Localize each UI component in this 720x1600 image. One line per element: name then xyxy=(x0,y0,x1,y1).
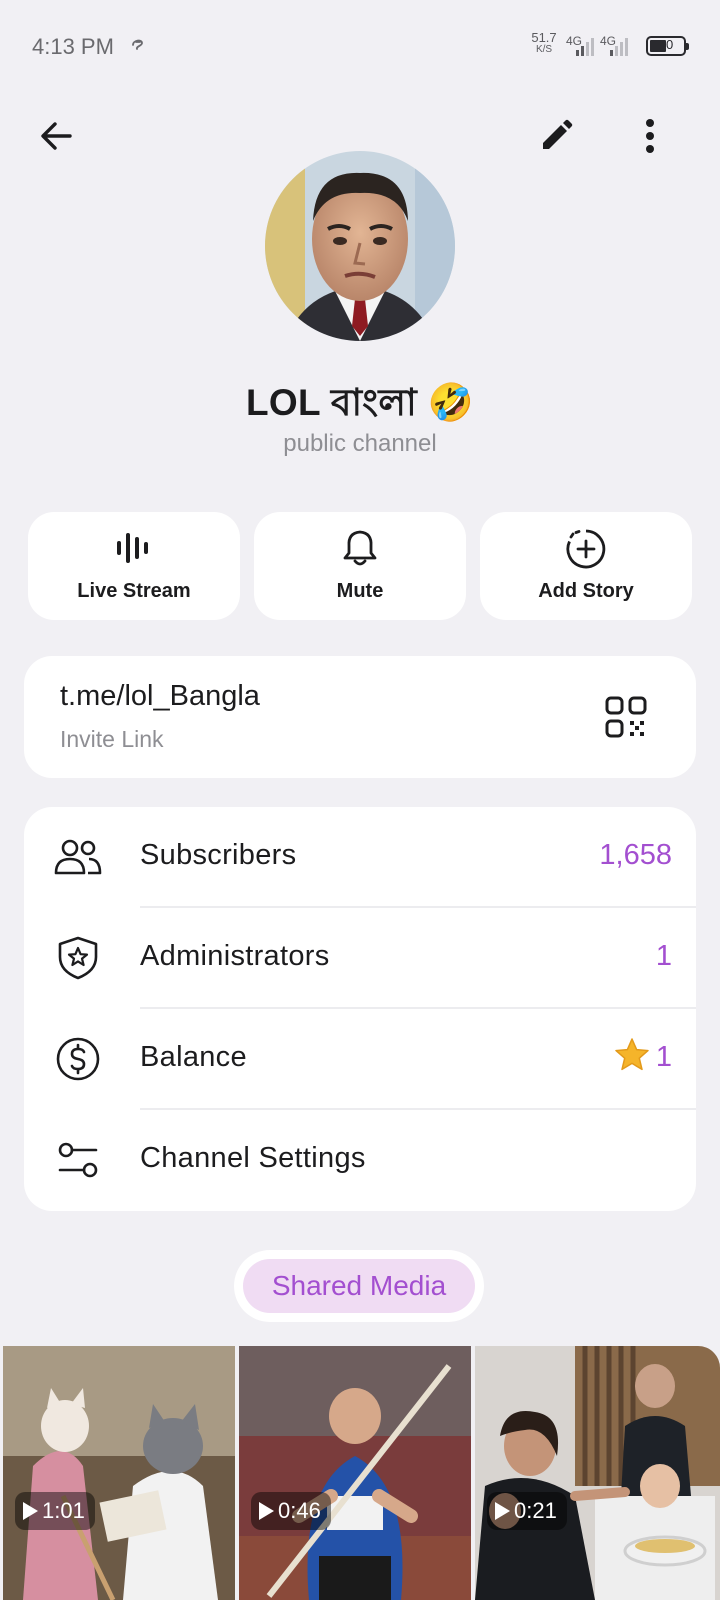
shared-media-tab-container: Shared Media xyxy=(234,1250,484,1322)
media-duration-badge: 0:21 xyxy=(487,1492,567,1530)
play-icon xyxy=(259,1502,274,1520)
channel-title: LOL বাংলা 🤣 xyxy=(0,373,720,436)
administrators-row[interactable]: Administrators 1 xyxy=(24,908,696,1009)
balance-label: Balance xyxy=(140,1041,247,1073)
mute-button[interactable]: Mute xyxy=(254,512,466,620)
shield-star-icon xyxy=(58,936,98,980)
status-time: 4:13 PM xyxy=(32,34,114,59)
media-thumbnail-3[interactable]: 0:21 xyxy=(475,1346,720,1600)
administrators-count: 1 xyxy=(655,940,672,972)
channel-avatar[interactable] xyxy=(265,151,455,341)
battery-icon: 40 xyxy=(646,36,689,56)
media-thumbnail-1[interactable]: 1:01 xyxy=(3,1346,235,1600)
add-story-button[interactable]: Add Story xyxy=(480,512,692,620)
media-duration: 1:01 xyxy=(42,1498,85,1523)
add-story-icon xyxy=(566,529,606,569)
invite-link[interactable]: t.me/lol_Bangla xyxy=(60,680,260,713)
administrators-label: Administrators xyxy=(140,940,330,972)
media-duration-badge: 0:46 xyxy=(251,1492,331,1530)
invite-link-label: Invite Link xyxy=(60,726,164,752)
users-icon xyxy=(54,839,102,875)
media-duration: 0:46 xyxy=(278,1498,321,1523)
channel-settings-label: Channel Settings xyxy=(140,1142,366,1174)
subscribers-label: Subscribers xyxy=(140,839,297,871)
invite-link-card[interactable]: t.me/lol_Bangla Invite Link xyxy=(24,656,696,778)
more-vertical-icon xyxy=(646,119,654,153)
live-stream-label: Live Stream xyxy=(77,580,191,602)
subscribers-count: 1,658 xyxy=(599,839,672,871)
settings-sliders-icon xyxy=(58,1142,98,1178)
media-duration-badge: 1:01 xyxy=(15,1492,95,1530)
channel-info-card: Subscribers 1,658 Administrators 1 Balan… xyxy=(24,807,696,1211)
live-stream-button[interactable]: Live Stream xyxy=(28,512,240,620)
more-menu-button[interactable] xyxy=(622,108,678,164)
bell-icon xyxy=(343,530,377,566)
star-icon xyxy=(614,1037,650,1078)
edit-button[interactable] xyxy=(528,108,584,164)
media-thumbnail-2[interactable]: 0:46 xyxy=(239,1346,471,1600)
media-duration: 0:21 xyxy=(514,1498,557,1523)
back-button[interactable] xyxy=(28,108,84,164)
play-icon xyxy=(23,1502,38,1520)
network-speed: 51.7 K/S xyxy=(528,31,560,55)
dollar-circle-icon xyxy=(56,1037,100,1081)
channel-settings-row[interactable]: Channel Settings xyxy=(24,1110,696,1211)
subscribers-row[interactable]: Subscribers 1,658 xyxy=(24,807,696,908)
balance-row[interactable]: Balance 1 xyxy=(24,1009,696,1110)
network-speed-value: 51.7 xyxy=(531,30,557,45)
notification-icon xyxy=(130,36,146,57)
play-icon xyxy=(495,1502,510,1520)
mute-label: Mute xyxy=(336,580,384,602)
shared-media-tab[interactable]: Shared Media xyxy=(243,1259,475,1313)
battery-level: 40 xyxy=(658,37,674,52)
network-speed-unit: K/S xyxy=(535,44,553,55)
live-stream-icon xyxy=(117,533,148,563)
channel-emoji: 🤣 xyxy=(427,382,474,423)
status-bar: 4:13 PM 51.7 K/S 4G 4G 40 xyxy=(0,0,720,94)
qr-code-button[interactable] xyxy=(604,695,648,739)
channel-name: LOL বাংলা xyxy=(246,382,417,423)
arrow-left-icon xyxy=(41,122,72,150)
pencil-icon xyxy=(543,119,573,149)
qr-code-icon xyxy=(605,696,647,738)
channel-subtitle: public channel xyxy=(283,430,437,457)
balance-value: 1 xyxy=(655,1041,672,1073)
add-story-label: Add Story xyxy=(538,580,634,602)
